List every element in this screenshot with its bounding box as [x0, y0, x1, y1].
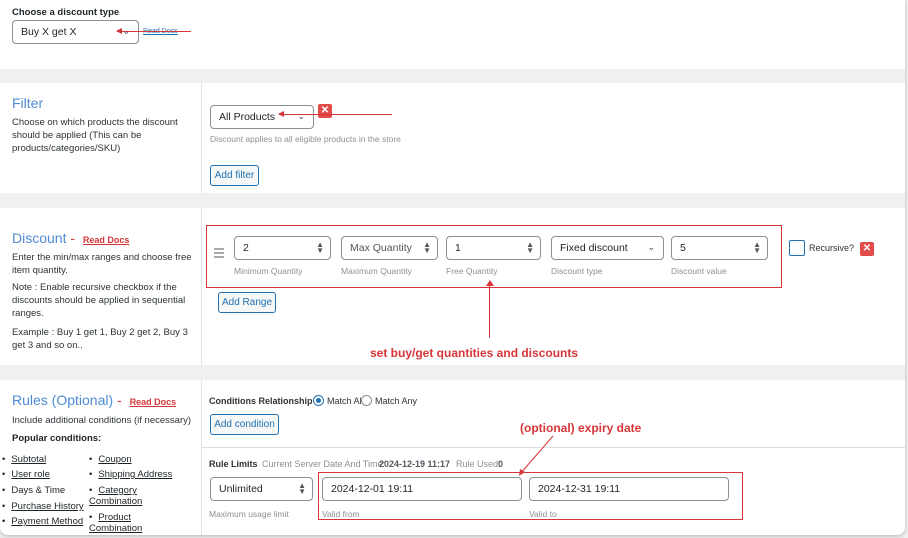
- filter-select[interactable]: All Products ⌄: [210, 105, 314, 129]
- condition-link[interactable]: Category Combination: [89, 485, 179, 507]
- filter-select-value: All Products: [219, 111, 276, 123]
- discount-desc-2: Note : Enable recursive checkbox if the …: [12, 282, 186, 319]
- filter-description: Choose on which products the discount sh…: [12, 117, 178, 154]
- rule-used-label: Rule Used:: [456, 459, 501, 469]
- add-range-button[interactable]: Add Range: [218, 292, 276, 313]
- discount-read-docs-link[interactable]: Read Docs: [83, 235, 130, 245]
- expiry-arrow-icon: [519, 435, 554, 476]
- condition-link[interactable]: Product Combination: [89, 512, 179, 534]
- condition-link[interactable]: Subtotal: [2, 454, 46, 465]
- divider: [201, 208, 202, 365]
- server-time-label: Current Server Date And Time:: [262, 459, 386, 469]
- discount-type-panel: Choose a discount type Buy X get X ⌄ Rea…: [0, 0, 905, 69]
- remove-filter-icon[interactable]: ✕: [318, 104, 332, 118]
- rules-description: Include additional conditions (if necess…: [12, 415, 192, 426]
- discount-title: Discount - Read Docs: [12, 230, 129, 246]
- rule-limits-label: Rule Limits: [209, 459, 258, 469]
- condition-link[interactable]: Purchase History: [2, 501, 83, 512]
- quantity-highlight-box: [206, 225, 782, 288]
- rules-title-text: Rules (Optional): [12, 392, 114, 408]
- title-dash: -: [113, 392, 126, 408]
- rules-panel: Rules (Optional) - Read Docs Include add…: [0, 380, 905, 535]
- filter-panel: Filter Choose on which products the disc…: [0, 83, 905, 193]
- add-filter-button[interactable]: Add filter: [210, 165, 259, 186]
- filter-hint: Discount applies to all eligible product…: [210, 134, 401, 144]
- discount-desc-3: Example : Buy 1 get 1, Buy 2 get 2, Buy …: [12, 327, 188, 351]
- server-time-value: 2024-12-19 11:17: [379, 459, 451, 469]
- filter-title: Filter: [12, 95, 44, 111]
- condition-link[interactable]: Shipping Address: [89, 469, 172, 480]
- expiry-highlight-box: [318, 472, 743, 520]
- chevron-down-icon: ⌄: [297, 110, 305, 121]
- rules-read-docs-link[interactable]: Read Docs: [130, 397, 177, 407]
- filter-arrow: [278, 111, 392, 117]
- condition-link[interactable]: Coupon: [89, 454, 131, 465]
- condition-link[interactable]: User role: [2, 469, 50, 480]
- usage-limit-label: Maximum usage limit: [209, 509, 289, 519]
- divider: [201, 83, 202, 193]
- condition-link[interactable]: Days & Time: [2, 485, 65, 496]
- match-all-label: Match All: [327, 396, 364, 406]
- match-all-radio[interactable]: [313, 395, 324, 406]
- remove-range-icon[interactable]: ✕: [860, 242, 874, 256]
- discount-panel: Discount - Read Docs Enter the min/max r…: [0, 208, 905, 365]
- usage-limit-select[interactable]: Unlimited ▲ ▼: [210, 477, 313, 501]
- popular-conditions-heading: Popular conditions:: [12, 433, 102, 444]
- discount-type-value: Buy X get X: [21, 26, 77, 38]
- match-any-radio[interactable]: [361, 395, 372, 406]
- annotation-arrow-up: [489, 281, 490, 338]
- divider: [201, 380, 202, 535]
- recursive-label: Recursive?: [809, 243, 855, 253]
- condition-link[interactable]: Payment Method: [2, 516, 83, 527]
- stepper-icon: ▲ ▼: [298, 481, 306, 496]
- rule-editor-frame: Choose a discount type Buy X get X ⌄ Rea…: [0, 0, 905, 535]
- match-any-label: Match Any: [375, 396, 418, 406]
- recursive-checkbox[interactable]: [789, 240, 805, 256]
- discount-title-text: Discount: [12, 230, 67, 246]
- usage-limit-value: Unlimited: [219, 483, 263, 495]
- conditions-relationship-label: Conditions Relationship: [209, 396, 313, 406]
- discount-desc-1: Enter the min/max ranges and choose free…: [12, 252, 192, 276]
- discount-type-heading: Choose a discount type: [12, 7, 120, 18]
- rules-title: Rules (Optional) - Read Docs: [12, 392, 176, 408]
- discount-type-arrow: [116, 28, 191, 34]
- quantities-annotation: set buy/get quantities and discounts: [370, 346, 579, 360]
- add-condition-button[interactable]: Add condition: [210, 414, 279, 435]
- rule-used-value: 0: [498, 459, 504, 469]
- annotation-arrowhead-icon: [485, 280, 494, 286]
- title-dash: -: [66, 230, 79, 246]
- expiry-annotation: (optional) expiry date: [520, 421, 642, 435]
